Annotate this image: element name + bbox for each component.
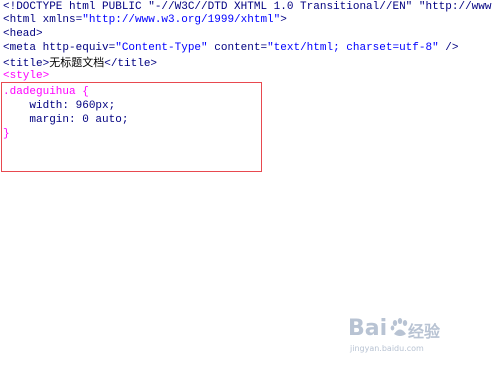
code-token: <!DOCTYPE html PUBLIC "-//W3C//DTD XHTML…: [3, 1, 492, 13]
code-line: <title>无标题文档</title>: [3, 55, 157, 70]
code-token: <head>: [3, 28, 43, 40]
baidu-logo: Bai: [348, 316, 413, 341]
code-token: />: [438, 42, 459, 54]
code-token: <html xmlns=: [3, 14, 83, 26]
code-token: content=: [207, 42, 268, 54]
code-token: <style>: [3, 70, 50, 82]
code-token: "Content-Type": [115, 42, 208, 54]
code-token: "http://www.w3.org/1999/xhtml": [82, 14, 281, 26]
watermark-brand-right: 经验: [408, 322, 441, 341]
code-line: <html xmlns="http://www.w3.org/1999/xhtm…: [3, 13, 287, 28]
code-token: 无标题文档: [49, 56, 105, 69]
watermark-brand-left: Bai: [348, 316, 388, 341]
watermark-url: jingyan.baidu.com: [350, 344, 424, 353]
code-token: "text/html; charset=utf-8": [267, 42, 439, 54]
code-line: <head>: [3, 27, 43, 42]
code-token: >: [280, 14, 287, 26]
code-token: <meta http-equiv=: [3, 42, 116, 54]
code-token: </title>: [104, 58, 158, 70]
highlight-box: [1, 82, 262, 172]
baidu-jingyan-watermark: Bai 经验 jingyan.baidu.com: [348, 314, 468, 358]
code-line: <meta http-equiv="Content-Type" content=…: [3, 41, 459, 56]
